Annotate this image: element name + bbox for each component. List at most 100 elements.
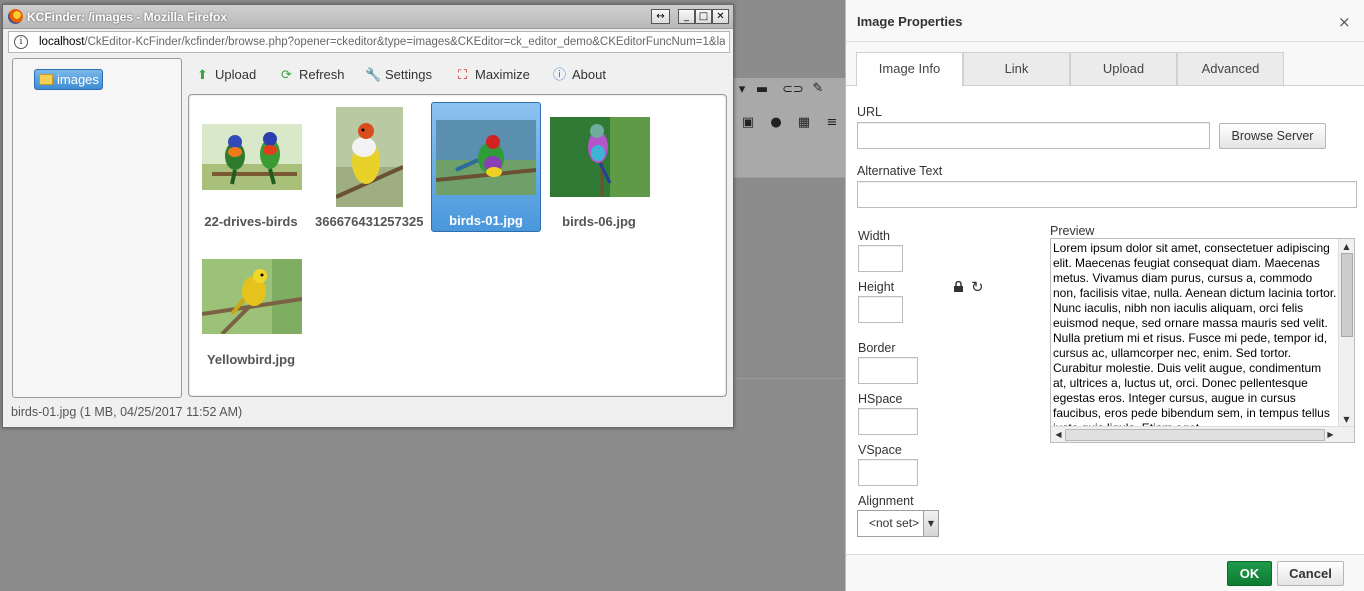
minimize-button[interactable]: _ [678, 9, 695, 24]
file-name: Yellowbird.jpg [206, 352, 296, 367]
thumbnail-yellowbird [202, 259, 302, 334]
kcfinder-window: KCFinder: /images - Mozilla Firefox ↔ _ … [2, 4, 734, 428]
folder-item-images[interactable]: images [34, 69, 103, 90]
editor-divider [734, 378, 845, 379]
edit-icon[interactable]: ✎ [810, 82, 826, 96]
tab-upload[interactable]: Upload [1070, 52, 1177, 86]
dialog-tabs: Image Info Link Upload Advanced [846, 42, 1364, 87]
address-bar[interactable]: i localhost/CkEditor-KcFinder/kcfinder/b… [8, 31, 730, 53]
alt-text-label: Alternative Text [857, 164, 943, 178]
about-label: About [572, 67, 606, 82]
file-item[interactable]: 22-drives-birds [197, 107, 307, 237]
file-name: 366676431257325 [315, 214, 423, 229]
upload-button[interactable]: ⬆ Upload [195, 65, 256, 85]
file-name: birds-06.jpg [562, 214, 636, 229]
file-name: birds-01.jpg [449, 213, 523, 228]
maximize-button[interactable]: □ [695, 9, 712, 24]
chevron-down-icon[interactable]: ▼ [923, 511, 938, 536]
info-icon[interactable]: i [14, 35, 28, 49]
preview-horizontal-scrollbar[interactable]: ◀ ▶ [1051, 426, 1354, 442]
file-grid: 22-drives-birds 366676431257325 birds-01… [188, 94, 727, 397]
hidden-field-icon[interactable]: ⊂⊃ [782, 83, 804, 97]
kcfinder-toolbar: ⬆ Upload ⟳ Refresh 🔧 Settings ⛶ Maximize… [191, 63, 731, 87]
maximize-icon: ⛶ [457, 68, 468, 83]
hspace-input[interactable] [858, 408, 918, 435]
maximize-toolbar-button[interactable]: ⛶ Maximize [455, 65, 530, 85]
alt-text-input[interactable] [857, 181, 1357, 208]
width-label: Width [858, 229, 890, 243]
browse-server-button[interactable]: Browse Server [1219, 123, 1326, 149]
height-label: Height [858, 280, 895, 294]
thumbnail-white-finch [336, 107, 403, 207]
firefox-icon [8, 9, 23, 24]
wrench-icon: 🔧 [365, 68, 382, 83]
upload-arrow-icon: ⬆ [197, 68, 208, 83]
alignment-select[interactable]: <not set> ▼ [857, 510, 939, 537]
file-item[interactable]: 366676431257325 [315, 107, 425, 237]
file-item[interactable]: Yellowbird.jpg [197, 245, 307, 375]
flash-icon[interactable]: ● [768, 116, 784, 130]
preview-text: Lorem ipsum dolor sit amet, consectetuer… [1053, 241, 1337, 435]
dialog-title: Image Properties [857, 14, 963, 29]
resize-button[interactable]: ↔ [651, 9, 670, 24]
button-icon[interactable]: ▬ [754, 83, 770, 97]
alignment-value: <not set> [869, 516, 920, 530]
file-name: 22-drives-birds [204, 214, 298, 229]
reset-size-icon[interactable]: ↻ [971, 278, 984, 296]
window-titlebar[interactable]: KCFinder: /images - Mozilla Firefox ↔ _ … [3, 5, 733, 29]
editor-toolbar-remnant: ▾ ▬ ⊂⊃ ✎ ▣ ● ▦ ≡ [734, 78, 845, 178]
scroll-thumb[interactable] [1341, 253, 1353, 337]
border-label: Border [858, 341, 896, 355]
dialog-header[interactable]: Image Properties × [846, 0, 1364, 42]
tab-image-info[interactable]: Image Info [856, 52, 963, 87]
editor-divider [734, 177, 845, 178]
settings-button[interactable]: 🔧 Settings [365, 65, 432, 85]
upload-label: Upload [215, 67, 257, 82]
maximize-label: Maximize [475, 67, 530, 82]
file-item-selected[interactable]: birds-01.jpg [431, 102, 541, 232]
ok-button[interactable]: OK [1227, 561, 1272, 586]
image-icon[interactable]: ▣ [740, 116, 756, 130]
refresh-button[interactable]: ⟳ Refresh [279, 65, 345, 85]
image-properties-dialog: Image Properties × Image Info Link Uploa… [845, 0, 1364, 591]
url-input[interactable] [857, 122, 1210, 149]
scroll-down-icon[interactable]: ▼ [1341, 414, 1352, 425]
table-icon[interactable]: ▦ [796, 116, 812, 130]
vspace-label: VSpace [858, 443, 902, 457]
url-label: URL [857, 105, 883, 119]
url-text: localhost/CkEditor-KcFinder/kcfinder/bro… [39, 36, 725, 48]
preview-vertical-scrollbar[interactable]: ▲ ▼ [1338, 239, 1354, 427]
preview-area: Lorem ipsum dolor sit amet, consectetuer… [1050, 238, 1355, 443]
settings-label: Settings [385, 67, 432, 82]
height-input[interactable] [858, 296, 903, 323]
thumbnail-gouldian-finch [436, 120, 536, 195]
preview-label: Preview [1050, 224, 1095, 238]
close-icon[interactable]: × [1338, 13, 1351, 31]
scroll-up-icon[interactable]: ▲ [1341, 241, 1352, 252]
cancel-button[interactable]: Cancel [1277, 561, 1344, 586]
vspace-input[interactable] [858, 459, 918, 486]
thumbnail-roller [550, 117, 650, 197]
status-bar: birds-01.jpg (1 MB, 04/25/2017 11:52 AM) [11, 405, 243, 419]
lock-ratio-icon[interactable] [953, 281, 964, 292]
dropdown-icon[interactable]: ▾ [734, 83, 750, 97]
scroll-right-icon[interactable]: ▶ [1325, 429, 1336, 440]
tab-link[interactable]: Link [963, 52, 1070, 86]
window-title: KCFinder: /images - Mozilla Firefox [27, 10, 228, 24]
scroll-left-icon[interactable]: ◀ [1053, 429, 1064, 440]
dialog-footer: OK Cancel [846, 554, 1364, 591]
file-item[interactable]: birds-06.jpg [545, 107, 655, 237]
border-input[interactable] [858, 357, 918, 384]
width-input[interactable] [858, 245, 903, 272]
folder-icon [39, 74, 53, 85]
refresh-label: Refresh [299, 67, 345, 82]
scroll-thumb[interactable] [1065, 429, 1325, 441]
refresh-icon: ⟳ [281, 68, 292, 83]
thumbnail-lorikeets [202, 124, 302, 190]
alignment-label: Alignment [858, 494, 914, 508]
horizontal-line-icon[interactable]: ≡ [824, 116, 840, 130]
tab-advanced[interactable]: Advanced [1177, 52, 1284, 86]
close-button[interactable]: ✕ [712, 9, 729, 24]
about-button[interactable]: ⓘ About [552, 65, 606, 85]
folder-tree: images [12, 58, 182, 398]
